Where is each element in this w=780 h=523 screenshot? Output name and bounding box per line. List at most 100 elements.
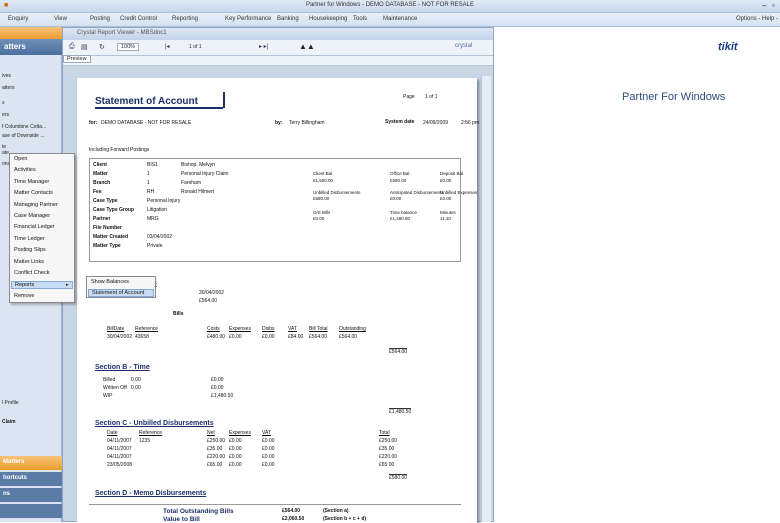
minimize-icon[interactable]: ‒	[762, 1, 766, 10]
balance-cell: O/S Bills	[313, 210, 331, 215]
client-field-label: Case Type Group	[93, 207, 135, 213]
context-menu-item[interactable]: Time Ledger	[14, 236, 45, 242]
report-page: Statement of Account Page 1 of 1 for: DEMO D…	[77, 78, 479, 523]
balance-cell: Deposit Bal	[440, 171, 464, 176]
refresh-icon[interactable]: ↻	[99, 43, 105, 51]
export-icon[interactable]: ⎙	[69, 43, 75, 51]
left-list-item[interactable]: s	[2, 100, 60, 106]
context-menu-item[interactable]: Reports	[11, 281, 73, 290]
client-field-label: Matter	[93, 171, 109, 177]
totals-label: Total Outstanding Bills	[163, 508, 234, 515]
context-menu: Open Activities Time Manager Matter Contact…	[9, 153, 75, 303]
bills-column-header: Reference	[135, 326, 159, 332]
balance-cell: Office Bal	[390, 171, 410, 176]
bills-cell: £564.00	[339, 334, 358, 340]
client-field-value: 1	[147, 180, 150, 186]
totals-rule	[89, 504, 461, 505]
context-menu-item[interactable]: Case Manager	[14, 213, 50, 219]
vertical-scrollbar[interactable]	[481, 76, 491, 522]
disbursement-column-header: Date	[107, 430, 118, 436]
disbursement-column-header: Total	[379, 430, 390, 436]
bills-cell: £0.00	[229, 334, 242, 340]
time-total: £1,480.50	[389, 408, 412, 415]
menu-item[interactable]: Reporting	[172, 16, 198, 22]
bills-cell: 30/04/2002	[107, 334, 133, 340]
client-field-detail: Fareham	[181, 180, 202, 186]
bills-column-header: Expenses	[229, 326, 251, 332]
left-list-item[interactable]: f Columbine Cotta...	[2, 124, 60, 130]
disbursement-cell: £0.00	[229, 438, 242, 444]
context-menu-item[interactable]: Open	[14, 156, 27, 162]
sysdate-value: 24/09/2009	[423, 120, 449, 126]
submenu-item[interactable]: Show Balances	[91, 279, 129, 285]
client-field-value: 1	[147, 171, 150, 177]
restore-icon[interactable]: ▫	[772, 1, 775, 10]
menu-item[interactable]: Enquiry	[8, 16, 28, 22]
menu-item[interactable]: Banking	[277, 16, 299, 22]
context-menu-item[interactable]: Matter Links	[14, 259, 44, 265]
context-menu-item[interactable]: Financial Ledger	[14, 224, 55, 230]
submenu-arrow-icon: ▸	[66, 282, 69, 289]
bills-cell: £480.00	[207, 334, 226, 340]
left-list-item[interactable]: ase of Downside ...	[2, 133, 60, 139]
disbursement-cell: £35.00	[207, 446, 223, 452]
left-claim-item[interactable]: Claim	[2, 419, 60, 425]
context-menu-item[interactable]: Activities	[14, 167, 36, 173]
disbursement-cell: £0.00	[229, 462, 242, 468]
left-panel-header	[0, 27, 62, 39]
disbursement-total: £580.00	[389, 474, 408, 481]
totals-value: £564.00	[282, 508, 301, 514]
left-list-item[interactable]: ives	[2, 73, 60, 79]
context-menu-item[interactable]: Matter Contacts	[14, 190, 53, 196]
time-hours: 0.00	[131, 377, 141, 383]
balance-cell: £590.00	[390, 178, 407, 183]
disbursement-cell: £0.00	[229, 454, 242, 460]
menu-item[interactable]: Credit Control	[120, 16, 157, 22]
print-icon[interactable]: ▤	[81, 43, 88, 51]
submenu-item[interactable]: Statement of Account	[88, 289, 154, 297]
disbursement-cell: 23/05/2008	[107, 462, 133, 468]
menu-item[interactable]: Key Performance	[225, 16, 271, 22]
window-title: Partner for Windows - DEMO DATABASE - NO…	[305, 2, 475, 8]
bills-cell: 43658	[135, 334, 149, 340]
menu-item[interactable]: Housekeeping	[309, 16, 347, 22]
viewer-toolbar: ⎙ ▤ ↻ 100% |◂ 1 of 1 ▸ ▸| ▲▲ crystal	[63, 40, 493, 56]
context-menu-item[interactable]: Remove	[14, 293, 34, 299]
disbursement-cell: £65.00	[207, 462, 223, 468]
left-list-item[interactable]: atters	[2, 85, 60, 91]
disbursement-cell: £0.00	[262, 454, 275, 460]
client-field-label: Branch	[93, 180, 111, 186]
zoom-select[interactable]: 100%	[117, 43, 140, 51]
tab-shortcuts[interactable]: hortcuts	[0, 472, 62, 486]
context-menu-item[interactable]: Managing Partner	[14, 202, 58, 208]
binoculars-icon[interactable]: ▲▲	[299, 42, 315, 51]
tab-matters[interactable]: Matters	[0, 456, 62, 470]
client-field-value: MRG	[147, 216, 159, 222]
client-field-label: Matter Type	[93, 243, 121, 249]
context-menu-item[interactable]: Time Manager	[14, 179, 49, 185]
page-nav[interactable]: 1 of 1	[189, 44, 202, 50]
context-menu-item[interactable]: Conflict Check	[14, 270, 49, 276]
balance-cell: £580.00	[313, 196, 330, 201]
client-field-label: File Number	[93, 225, 122, 231]
billing-value: 30/04/2002	[199, 290, 225, 296]
menu-item[interactable]: Posting	[90, 16, 110, 22]
disbursement-cell: £35.00	[379, 446, 395, 452]
options-menu[interactable]: Options - Help -	[736, 16, 778, 22]
disbursement-cell: 04/11/2007	[107, 446, 132, 452]
left-list-item[interactable]: ers	[2, 112, 60, 118]
next-page-icon[interactable]: ▸ ▸|	[259, 43, 268, 50]
menu-item[interactable]: Maintenance	[383, 16, 417, 22]
menu-item[interactable]: View	[54, 16, 67, 22]
left-profile-item[interactable]: l Profile	[2, 400, 60, 406]
context-menu-item[interactable]: Posting Slips	[14, 247, 46, 253]
tab-preview[interactable]: Preview	[63, 55, 91, 63]
menu-item[interactable]: Tools	[353, 16, 367, 22]
panel-configure-bar[interactable]	[0, 504, 62, 518]
app-icon[interactable]: ■	[4, 2, 8, 9]
tab-ns[interactable]: ns	[0, 488, 62, 502]
tikit-logo: tikit	[718, 41, 738, 53]
balance-cell: Unbilled Disbursements	[313, 190, 361, 195]
balance-cell: £1,500.00	[313, 178, 334, 183]
first-page-icon[interactable]: |◂	[165, 43, 170, 50]
